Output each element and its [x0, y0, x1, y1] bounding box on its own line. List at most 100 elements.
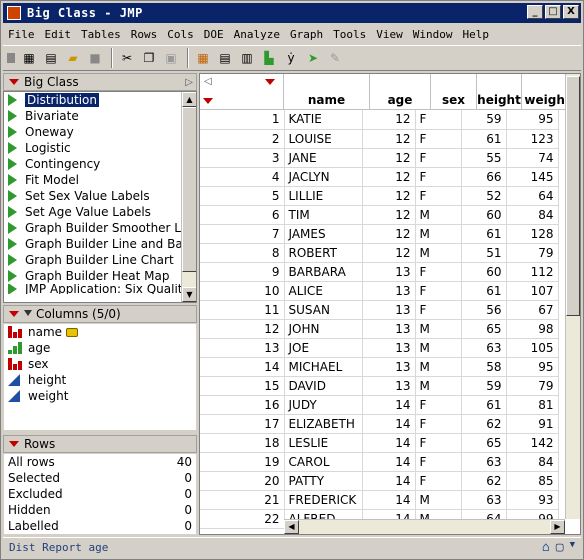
row-number[interactable]: 18: [200, 433, 285, 453]
paste-icon[interactable]: ▣: [161, 48, 181, 68]
row-number[interactable]: 3: [200, 148, 285, 168]
row-number[interactable]: 13: [200, 338, 285, 358]
run-script-icon[interactable]: [8, 142, 17, 154]
age-cell[interactable]: 12: [362, 167, 416, 187]
menu-window[interactable]: Window: [408, 28, 458, 41]
menu-edit[interactable]: Edit: [40, 28, 77, 41]
height-cell[interactable]: 61: [461, 395, 507, 415]
dropdown-icon[interactable]: ▼: [570, 540, 575, 555]
red-triangle-menu-icon[interactable]: [8, 77, 20, 87]
name-cell[interactable]: SUSAN: [284, 300, 363, 320]
weight-cell[interactable]: 95: [506, 357, 559, 377]
name-cell[interactable]: CAROL: [284, 452, 363, 472]
weight-cell[interactable]: 84: [506, 205, 559, 225]
weight-cell[interactable]: 67: [506, 300, 559, 320]
run-script-icon[interactable]: [8, 126, 17, 138]
sex-cell[interactable]: M: [415, 376, 462, 396]
collapse-arrow-icon[interactable]: ▷: [185, 77, 193, 88]
table-panel-header[interactable]: Big Class ▷: [3, 73, 197, 91]
age-cell[interactable]: 14: [362, 452, 416, 472]
name-cell[interactable]: MICHAEL: [284, 357, 363, 377]
script-item-line-bar[interactable]: Graph Builder Line and Bar Ch: [4, 236, 196, 252]
name-cell[interactable]: TIM: [284, 205, 363, 225]
sex-cell[interactable]: M: [415, 205, 462, 225]
row-number[interactable]: 1: [200, 110, 285, 130]
age-cell[interactable]: 13: [362, 376, 416, 396]
height-cell[interactable]: 55: [461, 148, 507, 168]
window-list-icon[interactable]: ▢: [556, 540, 564, 555]
row-number[interactable]: 19: [200, 452, 285, 472]
script-item-oneway[interactable]: Oneway: [4, 124, 196, 140]
menu-rows[interactable]: Rows: [126, 28, 163, 41]
run-script-icon[interactable]: [8, 238, 17, 250]
table-row[interactable]: 3 JANE 12 F 55 74: [200, 148, 559, 168]
weight-cell[interactable]: 74: [506, 148, 559, 168]
name-cell[interactable]: ELIZABETH: [284, 414, 363, 434]
age-cell[interactable]: 12: [362, 243, 416, 263]
age-cell[interactable]: 12: [362, 205, 416, 225]
scroll-down-icon[interactable]: ▼: [182, 287, 196, 302]
row-number[interactable]: 12: [200, 319, 285, 339]
height-cell[interactable]: 52: [461, 186, 507, 206]
table-row[interactable]: 8 ROBERT 12 M 51 79: [200, 243, 559, 263]
name-cell[interactable]: FREDERICK: [284, 490, 363, 510]
column-header-age[interactable]: age: [370, 74, 431, 110]
menu-graph[interactable]: Graph: [285, 28, 328, 41]
toolbar-grip-icon[interactable]: [7, 53, 15, 63]
weight-cell[interactable]: 81: [506, 395, 559, 415]
run-script-icon[interactable]: [8, 190, 17, 202]
weight-cell[interactable]: 79: [506, 376, 559, 396]
menu-help[interactable]: Help: [457, 28, 494, 41]
row-number[interactable]: 4: [200, 167, 285, 187]
red-triangle-menu-icon[interactable]: [8, 439, 20, 449]
weight-cell[interactable]: 128: [506, 224, 559, 244]
table-row[interactable]: 4 JACLYN 12 F 66 145: [200, 167, 559, 187]
title-bar[interactable]: Big Class - JMP _ □ X: [3, 3, 581, 23]
sex-cell[interactable]: M: [415, 338, 462, 358]
name-cell[interactable]: ROBERT: [284, 243, 363, 263]
cut-icon[interactable]: ✂: [117, 48, 137, 68]
weight-cell[interactable]: 91: [506, 414, 559, 434]
column-item-sex[interactable]: sex: [4, 356, 196, 372]
height-cell[interactable]: 63: [461, 452, 507, 472]
red-triangle-menu-icon[interactable]: [264, 77, 276, 87]
sex-cell[interactable]: M: [415, 243, 462, 263]
script-item-fit-model[interactable]: Fit Model: [4, 172, 196, 188]
table-row[interactable]: 9 BARBARA 13 F 60 112: [200, 262, 559, 282]
column-item-name[interactable]: name: [4, 324, 196, 340]
row-number[interactable]: 9: [200, 262, 285, 282]
name-cell[interactable]: JOHN: [284, 319, 363, 339]
table-row[interactable]: 19 CAROL 14 F 63 84: [200, 452, 559, 472]
name-cell[interactable]: PATTY: [284, 471, 363, 491]
menu-doe[interactable]: DOE: [199, 28, 229, 41]
height-cell[interactable]: 60: [461, 205, 507, 225]
name-cell[interactable]: JOE: [284, 338, 363, 358]
height-cell[interactable]: 65: [461, 433, 507, 453]
weight-cell[interactable]: 79: [506, 243, 559, 263]
script-item-six-quality[interactable]: JMP Application: Six Quality: [4, 284, 196, 294]
height-cell[interactable]: 58: [461, 357, 507, 377]
age-cell[interactable]: 13: [362, 319, 416, 339]
data-grid-icon[interactable]: ▦: [193, 48, 213, 68]
table-row[interactable]: 14 MICHAEL 13 M 58 95: [200, 357, 559, 377]
weight-cell[interactable]: 64: [506, 186, 559, 206]
sex-cell[interactable]: F: [415, 471, 462, 491]
run-script-icon[interactable]: [8, 174, 17, 186]
sex-cell[interactable]: M: [415, 319, 462, 339]
sex-cell[interactable]: F: [415, 148, 462, 168]
table-row[interactable]: 10 ALICE 13 F 61 107: [200, 281, 559, 301]
minimize-button[interactable]: _: [527, 5, 543, 19]
sex-cell[interactable]: M: [415, 224, 462, 244]
weight-cell[interactable]: 145: [506, 167, 559, 187]
scripts-scrollbar[interactable]: ▲ ▼: [181, 92, 196, 302]
row-number[interactable]: 14: [200, 357, 285, 377]
height-cell[interactable]: 51: [461, 243, 507, 263]
weight-cell[interactable]: 84: [506, 452, 559, 472]
script-item-smoother-line[interactable]: Graph Builder Smoother Line: [4, 220, 196, 236]
table-row[interactable]: 6 TIM 12 M 60 84: [200, 205, 559, 225]
script-item-distribution[interactable]: Distribution: [4, 92, 196, 108]
home-icon[interactable]: ⌂: [542, 540, 550, 555]
weight-cell[interactable]: 95: [506, 110, 559, 130]
row-number[interactable]: 17: [200, 414, 285, 434]
table-row[interactable]: 7 JAMES 12 M 61 128: [200, 224, 559, 244]
